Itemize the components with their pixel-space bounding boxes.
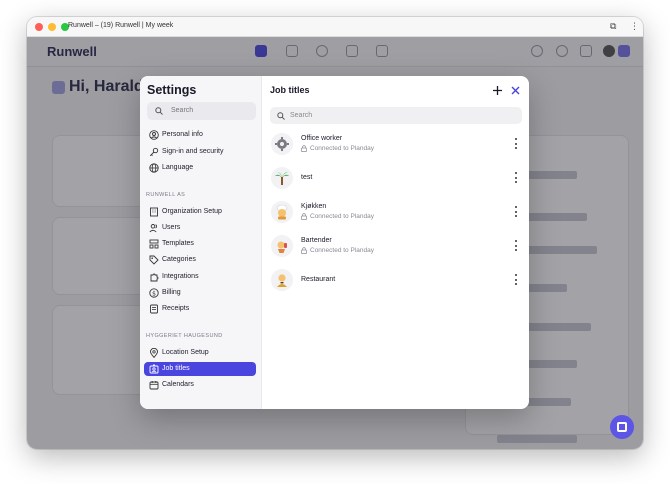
sidebar-item-label: Organization Setup — [162, 208, 222, 215]
sidebar-item-label: Calendars — [162, 381, 194, 388]
calendar-icon — [149, 381, 159, 390]
job-title-name: Office worker — [301, 135, 343, 142]
key-icon — [149, 147, 159, 157]
dollar-icon: $ — [149, 288, 159, 298]
puzzle-icon — [150, 273, 159, 282]
job-title-row[interactable]: test — [268, 163, 524, 193]
browser-menu-icon[interactable]: ⋮ — [630, 21, 639, 31]
settings-modal: Settings Search Personal info Sign-in an… — [140, 76, 529, 409]
job-title-name: test — [301, 174, 313, 181]
job-title-row[interactable]: Kjøkken Connected to Planday — [268, 197, 524, 227]
window-title: Runwell – (19) Runwell | My week — [68, 22, 174, 29]
svg-text:$: $ — [152, 290, 156, 297]
job-title-row[interactable]: Bartender Connected to Planday — [268, 231, 524, 261]
chat-fab-button[interactable] — [610, 415, 634, 439]
sidebar-item-label: Categories — [162, 256, 196, 263]
row-menu-button[interactable] — [515, 138, 518, 150]
sidebar-item-billing[interactable]: $ Billing — [144, 286, 256, 300]
job-title-row[interactable]: Office worker Connected to Planday — [268, 129, 524, 159]
title-bar: Runwell – (19) Runwell | My week ⧉ ⋮ — [27, 17, 643, 37]
row-menu-button[interactable] — [515, 240, 518, 252]
building-icon — [150, 207, 158, 217]
sidebar-item-integrations[interactable]: Integrations — [144, 270, 256, 284]
users-icon — [149, 224, 158, 233]
job-title-row[interactable]: Restaurant — [268, 265, 524, 295]
minimize-window-button[interactable] — [48, 23, 56, 31]
settings-search-input[interactable]: Search — [147, 102, 256, 120]
sidebar-item-label: Billing — [162, 289, 181, 296]
lock-icon — [301, 247, 307, 254]
map-pin-icon — [150, 348, 158, 358]
sidebar-item-calendars[interactable]: Calendars — [144, 378, 256, 392]
lock-icon — [301, 213, 307, 220]
planday-status: Connected to Planday — [310, 145, 374, 152]
templates-icon — [149, 239, 159, 249]
receipt-icon — [150, 304, 158, 314]
tag-icon — [149, 255, 159, 265]
sidebar-item-label: Sign-in and security — [162, 148, 224, 155]
waiter-icon — [271, 269, 293, 291]
sidebar-item-label: Location Setup — [162, 349, 209, 356]
sidebar-item-language[interactable]: Language — [144, 161, 256, 175]
add-job-title-button[interactable] — [492, 85, 503, 96]
close-window-button[interactable] — [35, 23, 43, 31]
sidebar-item-label: Personal info — [162, 131, 203, 138]
planday-status: Connected to Planday — [310, 247, 374, 254]
search-icon — [155, 107, 163, 115]
job-titles-search-input[interactable]: Search — [270, 107, 522, 124]
badge-icon — [149, 364, 159, 374]
sidebar-item-label: Integrations — [162, 273, 199, 280]
sidebar-item-job-titles[interactable]: Job titles — [144, 362, 256, 376]
section-heading-location: HYGGERIET HAUGESUND — [146, 333, 223, 339]
sidebar-item-label: Templates — [162, 240, 194, 247]
settings-sidebar: Settings Search Personal info Sign-in an… — [140, 76, 262, 409]
extension-icon[interactable]: ⧉ — [610, 21, 616, 31]
settings-title: Settings — [147, 83, 197, 97]
row-menu-button[interactable] — [515, 206, 518, 218]
sidebar-item-location-setup[interactable]: Location Setup — [144, 346, 256, 360]
globe-icon — [149, 163, 159, 173]
sidebar-item-label: Language — [162, 164, 194, 171]
cocktail-icon — [271, 235, 293, 257]
sidebar-item-templates[interactable]: Templates — [144, 237, 256, 251]
job-title-name: Bartender — [301, 237, 332, 244]
sidebar-item-label: Job titles — [162, 365, 190, 372]
search-placeholder: Search — [171, 107, 194, 114]
row-menu-button[interactable] — [515, 274, 518, 286]
sidebar-item-receipts[interactable]: Receipts — [144, 302, 256, 316]
sidebar-item-sign-in-security[interactable]: Sign-in and security — [144, 145, 256, 159]
gear-avatar-icon — [271, 133, 293, 155]
job-title-name: Kjøkken — [301, 203, 327, 210]
lock-icon — [301, 145, 307, 152]
chat-icon — [617, 422, 627, 432]
job-titles-heading: Job titles — [270, 85, 310, 95]
chef-icon — [271, 201, 293, 223]
sidebar-item-categories[interactable]: Categories — [144, 253, 256, 267]
sidebar-item-personal-info[interactable]: Personal info — [144, 128, 256, 142]
planday-status: Connected to Planday — [310, 213, 374, 220]
sidebar-item-users[interactable]: Users — [144, 221, 256, 235]
sidebar-item-label: Users — [162, 224, 181, 231]
search-placeholder: Search — [290, 112, 313, 119]
palm-tree-icon — [271, 167, 293, 189]
sidebar-item-organization-setup[interactable]: Organization Setup — [144, 205, 256, 219]
close-modal-button[interactable] — [510, 85, 521, 96]
job-title-name: Restaurant — [301, 276, 336, 283]
sidebar-item-label: Receipts — [162, 305, 190, 312]
search-icon — [277, 112, 285, 120]
row-menu-button[interactable] — [515, 172, 518, 184]
section-heading-organization: RUNWELL AS — [146, 192, 186, 198]
user-circle-icon — [149, 130, 159, 140]
